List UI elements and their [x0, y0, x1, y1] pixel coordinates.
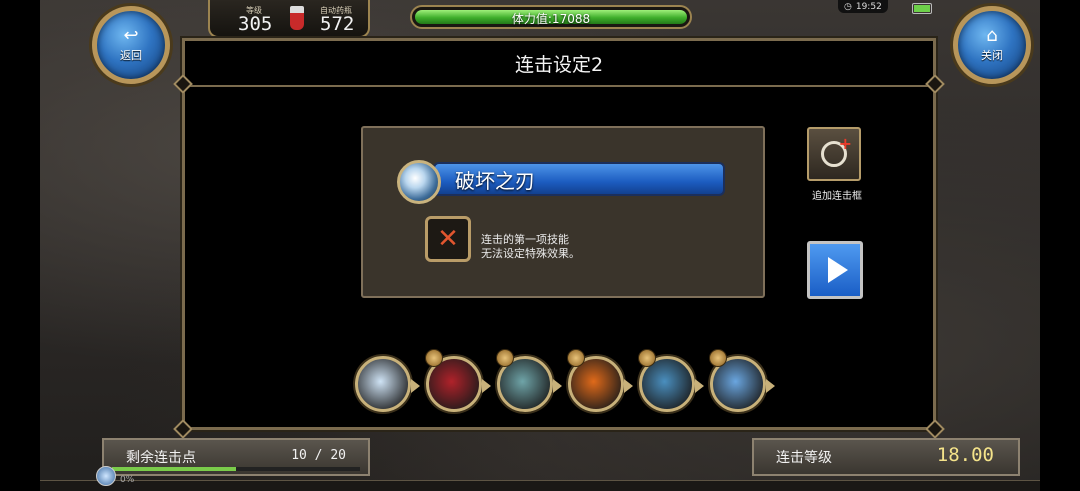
- dialog-title: 连击设定2: [185, 41, 933, 87]
- skill-type-badge-icon: [425, 349, 443, 367]
- skill-sword-icon[interactable]: [709, 349, 775, 412]
- exp-orb-icon: [96, 466, 116, 486]
- exp-text: 0%: [120, 475, 135, 485]
- skill-type-badge-icon: [496, 349, 514, 367]
- combo-level-panel: 连击等级 18.00: [752, 438, 1020, 476]
- skill-type-badge-icon: [709, 349, 727, 367]
- add-frame-label: 追加连击框: [812, 191, 862, 202]
- skill-wind-spear-icon[interactable]: [638, 349, 704, 412]
- skill-red-slash-icon[interactable]: [425, 349, 491, 412]
- back-button[interactable]: ↩ 返回: [92, 6, 170, 84]
- battery-icon: [912, 3, 932, 14]
- close-button-label: 关闭: [981, 49, 1003, 62]
- skill-fire-arc-icon[interactable]: [567, 349, 633, 412]
- combo-slot-panel: 破坏之刃 ✕ 连击的第一项技能 无法设定特殊效果。: [361, 126, 765, 298]
- remaining-combo-points-panel: 剩余连击点 10 / 20: [102, 438, 370, 476]
- selected-skill-icon[interactable]: [397, 160, 441, 204]
- play-icon: [828, 257, 848, 283]
- remaining-value: 10 / 20: [291, 448, 346, 463]
- close-button[interactable]: ⌂ 关闭: [953, 6, 1031, 84]
- skill-type-badge-icon: [638, 349, 656, 367]
- back-button-label: 返回: [120, 49, 142, 62]
- skill-aura-icon[interactable]: [496, 349, 562, 412]
- remaining-bar: [112, 467, 360, 471]
- auto-potion-value: 572: [320, 13, 355, 35]
- hp-text: 体力值:17088: [511, 12, 591, 26]
- combo-level-label: 连击等级: [776, 450, 832, 466]
- home-icon: ⌂: [986, 25, 998, 46]
- stat-panel: 等级 305 自动药瓶 572: [208, 0, 370, 38]
- combo-level-value: 18.00: [936, 444, 994, 466]
- clock: ◷ 19:52: [838, 0, 888, 13]
- cross-icon: ✕: [437, 224, 459, 254]
- skill-select-bar[interactable]: 破坏之刃: [433, 162, 725, 196]
- combo-settings-dialog: 连击设定2 破坏之刃 ✕ 连击的第一项技能 无法设定特殊效果。 + 追加连击框: [173, 38, 945, 439]
- clock-icon: ◷: [844, 1, 852, 12]
- return-arrow-icon: ↩: [123, 25, 139, 46]
- skill-blade-icon[interactable]: [355, 356, 420, 412]
- remaining-label: 剩余连击点: [126, 450, 196, 466]
- skill-name: 破坏之刃: [455, 168, 535, 193]
- combo-note: 连击的第一项技能 无法设定特殊效果。: [481, 233, 580, 260]
- add-frame-icon: +: [821, 134, 852, 167]
- next-button[interactable]: [807, 241, 863, 299]
- hp-bar: 体力值:17088: [410, 5, 692, 29]
- skill-type-badge-icon: [567, 349, 585, 367]
- clock-text: 19:52: [855, 1, 882, 12]
- bottom-strip: [40, 480, 1040, 491]
- effect-disabled-button[interactable]: ✕: [425, 216, 471, 262]
- potion-icon: [290, 6, 304, 30]
- skill-row: [355, 349, 785, 414]
- level-value: 305: [238, 13, 273, 35]
- add-combo-frame-button[interactable]: +: [807, 127, 861, 181]
